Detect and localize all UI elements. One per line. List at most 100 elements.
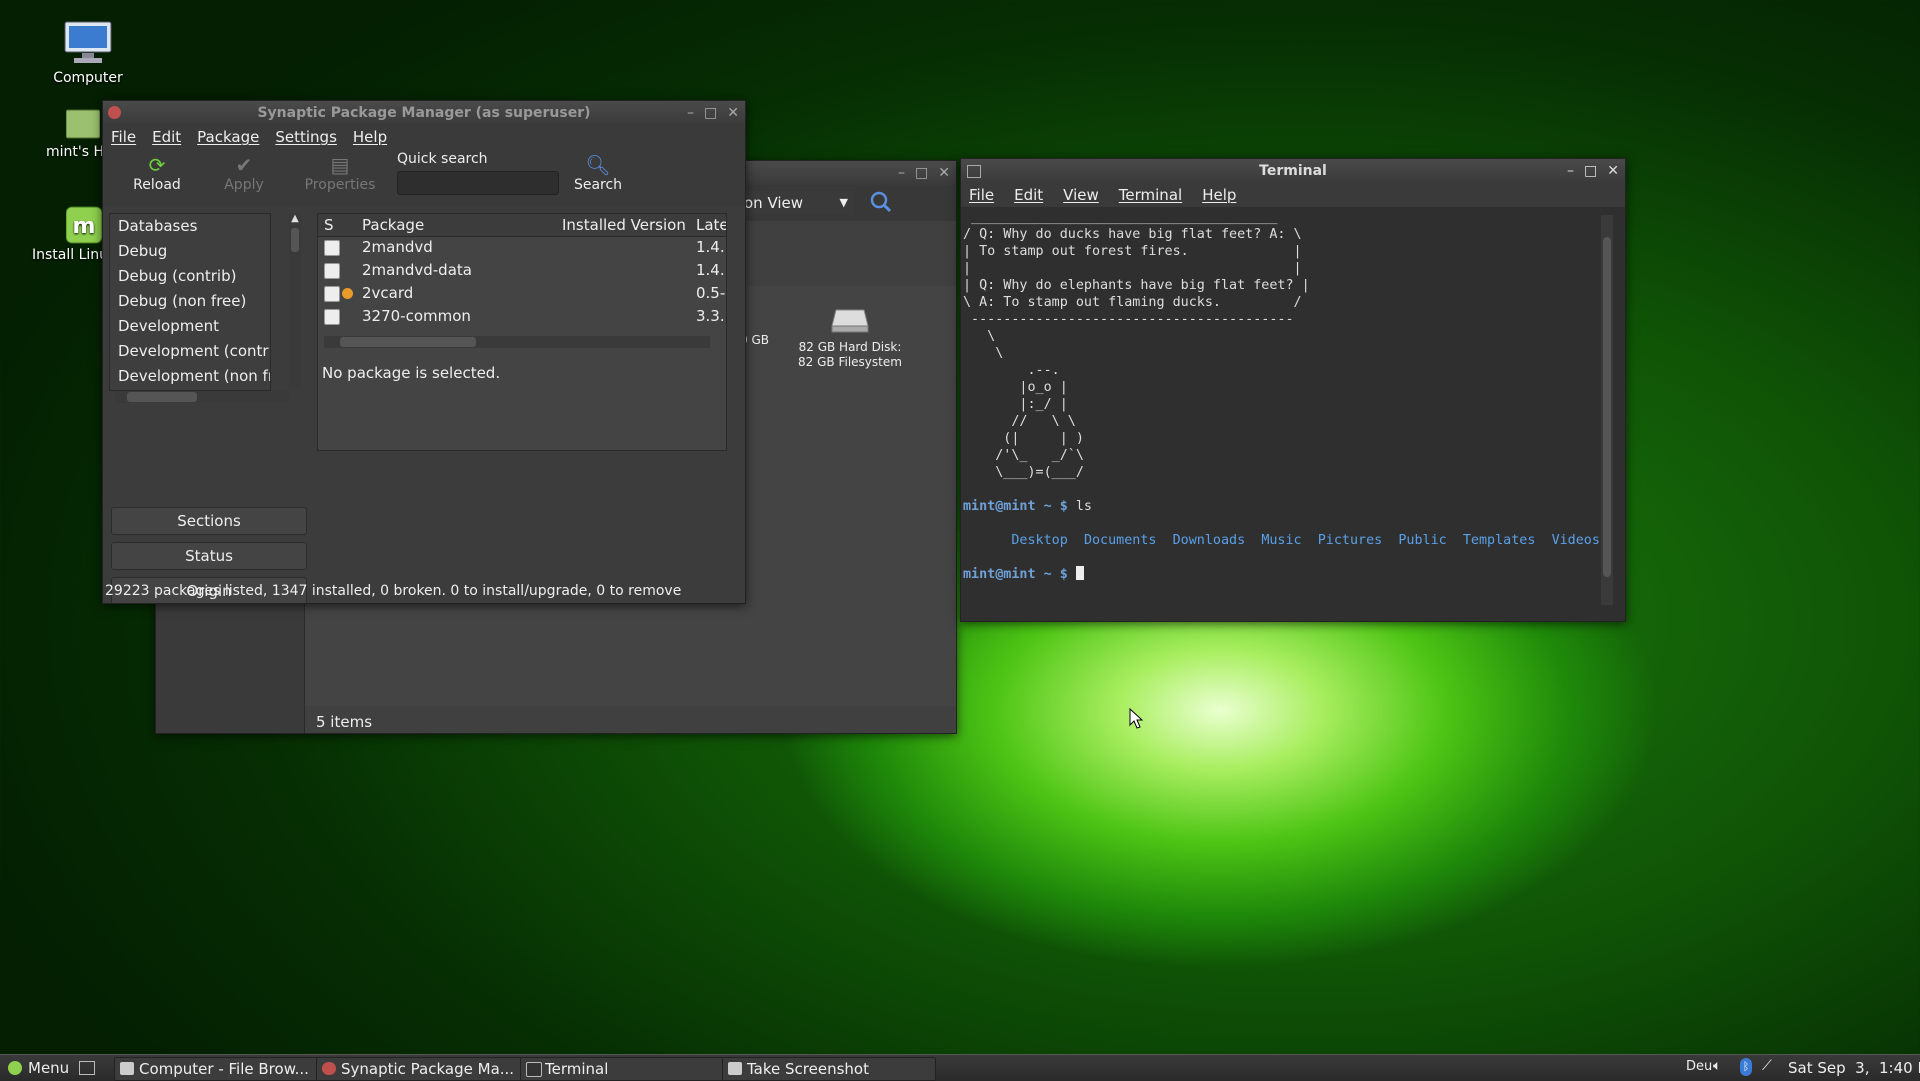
minimize-icon[interactable]: – [687, 101, 694, 125]
maximize-icon[interactable]: □ [915, 161, 928, 185]
cowsay-line: ______________________________________ [963, 210, 1278, 225]
search-button[interactable]: 🔍︎ Search [563, 153, 633, 193]
section-item[interactable]: Development [110, 314, 270, 339]
sections-hscrollbar[interactable] [115, 391, 289, 403]
menu-package[interactable]: Package [197, 128, 259, 146]
support-status-icon [342, 288, 353, 299]
synaptic-window: Synaptic Package Manager (as superuser) … [102, 100, 746, 604]
show-desktop-icon[interactable] [79, 1061, 95, 1075]
column-header-s[interactable]: S [324, 214, 334, 236]
window-title: Terminal [1259, 163, 1327, 179]
task-label: Take Screenshot [747, 1060, 869, 1078]
search-icon[interactable] [868, 189, 894, 215]
desktop-icon-computer[interactable]: Computer [33, 20, 143, 86]
details-text: No package is selected. [322, 364, 501, 382]
section-item[interactable]: Development (non free) [110, 364, 270, 389]
menu-edit[interactable]: Edit [1014, 186, 1043, 204]
package-checkbox[interactable] [324, 240, 340, 256]
menu-view[interactable]: View [1063, 186, 1099, 204]
svg-text:m: m [73, 214, 96, 239]
section-item[interactable]: Databases [110, 214, 270, 239]
menu-settings[interactable]: Settings [275, 128, 337, 146]
table-row[interactable]: 2vcard 0.5- [318, 282, 725, 305]
cowsay-line: \ [963, 346, 1004, 361]
column-header-package[interactable]: Package [362, 214, 424, 236]
task-label: Computer - File Brow... [139, 1060, 309, 1078]
dir-downloads: Downloads [1172, 533, 1246, 548]
menu-help[interactable]: Help [353, 128, 387, 146]
table-row[interactable]: 3270-common 3.3. [318, 305, 725, 328]
table-row[interactable]: 2mandvd 1.4. [318, 236, 725, 259]
clock[interactable]: Sat Sep 3, 1:40 PM [1788, 1059, 1920, 1077]
column-header-installed[interactable]: Installed Version [562, 214, 686, 236]
menu-edit[interactable]: Edit [152, 128, 181, 146]
terminal-command: ls [1067, 499, 1092, 514]
desktop-icon-label: Install Linu [32, 247, 109, 263]
menu-file[interactable]: File [969, 186, 994, 204]
quick-search-input[interactable] [397, 171, 559, 195]
keyboard-layout[interactable]: Deu [1686, 1059, 1712, 1074]
task-terminal[interactable]: Terminal [520, 1057, 734, 1081]
terminal-output[interactable]: ______________________________________ / … [963, 209, 1603, 619]
table-row[interactable]: 2mandvd-data 1.4. [318, 259, 725, 282]
package-hscrollbar[interactable] [324, 336, 710, 348]
package-name: 2mandvd-data [362, 261, 472, 279]
hard-disk-item[interactable]: 82 GB Hard Disk: 82 GB Filesystem [790, 306, 910, 370]
maximize-icon[interactable]: □ [704, 101, 717, 125]
scrollbar-thumb[interactable] [1603, 237, 1611, 577]
desktop-icon-home[interactable]: mint's H [30, 104, 110, 160]
start-menu-label: Menu [28, 1059, 70, 1077]
terminal-scrollbar[interactable] [1601, 215, 1613, 605]
scrollbar-thumb[interactable] [340, 337, 476, 347]
menu-terminal[interactable]: Terminal [1119, 186, 1182, 204]
reload-button[interactable]: ⟳ Reload [122, 153, 192, 193]
minimize-icon[interactable]: – [898, 161, 905, 185]
close-icon[interactable]: ✕ [938, 161, 950, 185]
sections-list[interactable]: Databases Debug Debug (contrib) Debug (non … [110, 214, 270, 389]
menu-file[interactable]: File [111, 128, 136, 146]
scrollbar-thumb[interactable] [127, 392, 197, 402]
desktop-icon-install[interactable]: m Install Linu [28, 205, 110, 263]
scrollbar-thumb[interactable] [291, 228, 299, 252]
task-synaptic[interactable]: Synaptic Package Ma... [316, 1057, 528, 1081]
task-screenshot[interactable]: Take Screenshot [722, 1057, 936, 1081]
apply-button[interactable]: ✔ Apply [209, 153, 279, 193]
section-item[interactable]: Debug [110, 239, 270, 264]
network-icon[interactable]: ⟋ [1762, 1058, 1772, 1074]
menu-help[interactable]: Help [1202, 186, 1236, 204]
dir-pictures: Pictures [1317, 533, 1383, 548]
close-icon[interactable]: ✕ [727, 101, 739, 125]
sections-scrollbar[interactable]: ▲ [289, 213, 301, 389]
maximize-icon[interactable]: □ [1584, 159, 1597, 183]
mouse-cursor-icon [1129, 707, 1144, 734]
package-checkbox[interactable] [324, 309, 340, 325]
section-item[interactable]: Debug (contrib) [110, 264, 270, 289]
section-item[interactable]: Development (contrib) [110, 339, 270, 364]
file-browser-statusbar: 5 items [316, 713, 373, 731]
start-menu-button[interactable]: Menu [8, 1057, 69, 1079]
column-header-latest[interactable]: Late [696, 214, 726, 236]
home-folder-icon [65, 104, 101, 140]
package-checkbox[interactable] [324, 263, 340, 279]
filter-button-status[interactable]: Status [111, 542, 307, 570]
task-file-browser[interactable]: Computer - File Brow... [114, 1057, 324, 1081]
terminal-prompt: mint@mint ~ $ [963, 499, 1068, 514]
cowsay-line: .--. [963, 363, 1060, 378]
package-latest-version: 3.3. [696, 307, 725, 325]
scroll-up-icon[interactable]: ▲ [289, 213, 301, 224]
synaptic-toolbar: ⟳ Reload ✔ Apply ▤ Properties Quick sear… [103, 149, 745, 207]
section-item[interactable]: Debug (non free) [110, 289, 270, 314]
filter-button-sections[interactable]: Sections [111, 507, 307, 535]
terminal-app-icon [967, 165, 981, 178]
close-icon[interactable]: ✕ [1607, 159, 1619, 183]
cowsay-line: | | [963, 261, 1302, 276]
terminal-window: Terminal – □ ✕ File Edit View Terminal Hel… [960, 158, 1626, 622]
volume-icon[interactable]: 🔈︎ [1713, 1058, 1721, 1074]
package-name: 2mandvd [362, 238, 433, 256]
package-checkbox[interactable] [324, 286, 340, 302]
synaptic-statusbar: 29223 packages listed, 1347 installed, 0… [105, 583, 682, 599]
minimize-icon[interactable]: – [1567, 159, 1574, 183]
properties-button[interactable]: ▤ Properties [295, 153, 385, 193]
bluetooth-icon[interactable]: ᛒ [1740, 1058, 1752, 1076]
view-selector[interactable]: on View ▼ [744, 191, 854, 215]
